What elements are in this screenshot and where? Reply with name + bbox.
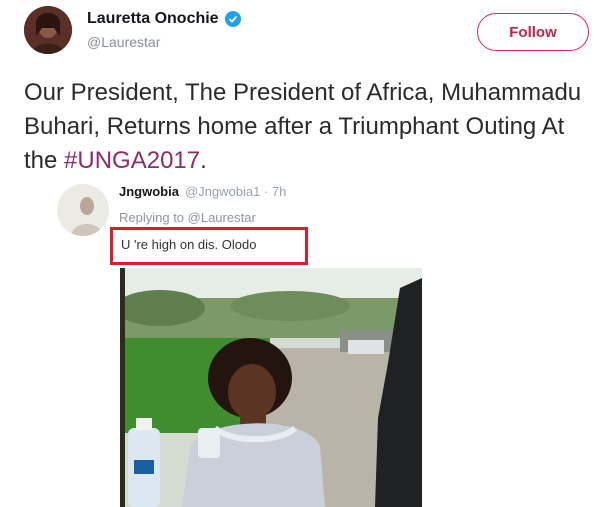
author-name[interactable]: Lauretta Onochie: [87, 10, 219, 28]
tweet-text: Our President, The President of Africa, …: [24, 76, 584, 178]
reply-author-name[interactable]: Jngwobia: [119, 184, 179, 199]
reply-author-row: Jngwobia @Jngwobia1 · 7h: [119, 184, 286, 199]
hashtag-link[interactable]: #UNGA2017: [64, 147, 200, 174]
reply-text: U 're high on dis. Olodo: [121, 237, 257, 252]
author-avatar[interactable]: [24, 6, 72, 54]
reply-avatar-image: [57, 184, 109, 236]
verified-badge-icon: [224, 11, 241, 27]
reply-photo-image: [120, 268, 422, 507]
replying-to-label: Replying to @Laurestar: [119, 210, 256, 225]
follow-button[interactable]: Follow: [477, 13, 589, 51]
author-handle[interactable]: @Laurestar: [87, 34, 160, 50]
reply-author-handle[interactable]: @Jngwobia1 · 7h: [185, 184, 286, 199]
author-avatar-image: [24, 6, 72, 54]
tweet-text-end: .: [200, 147, 207, 174]
reply-photo[interactable]: [120, 268, 422, 507]
reply-author-avatar[interactable]: [57, 184, 109, 236]
author-name-row: Lauretta Onochie: [87, 10, 241, 28]
